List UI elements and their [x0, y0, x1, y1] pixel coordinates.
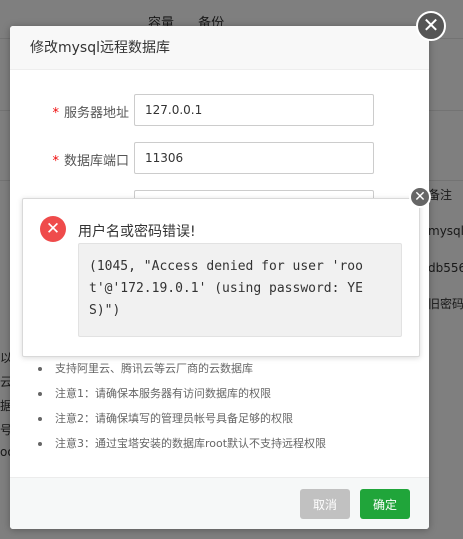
cancel-button[interactable]: 取消	[300, 489, 350, 519]
db-port-input[interactable]	[134, 142, 374, 174]
note-item: 注意3：通过宝塔安装的数据库root默认不支持远程权限	[33, 431, 326, 456]
confirm-button[interactable]: 确定	[360, 489, 410, 519]
close-error-icon[interactable]: ✕	[409, 186, 431, 208]
note-item: 支持阿里云、腾讯云等云厂商的云数据库	[33, 356, 326, 381]
note-item: 注意1：请确保本服务器有访问数据库的权限	[33, 381, 326, 406]
error-detail: (1045, "Access denied for user 'root'@'1…	[78, 243, 402, 337]
error-icon: ✕	[40, 216, 66, 242]
server-address-row: * 服务器地址	[10, 94, 429, 126]
note-item: 注意2：请确保填写的管理员帐号具备足够的权限	[33, 406, 326, 431]
dialog-footer: 取消 确定	[10, 477, 429, 529]
server-address-label: * 服务器地址	[52, 102, 129, 121]
dialog-title: 修改mysql远程数据库	[10, 26, 429, 70]
required-marker: *	[52, 106, 59, 121]
notes-list: 支持阿里云、腾讯云等云厂商的云数据库 注意1：请确保本服务器有访问数据库的权限 …	[33, 356, 326, 456]
db-port-label-text: 数据库端口	[63, 154, 129, 169]
error-title: 用户名或密码错误!	[78, 224, 196, 240]
close-dialog-icon[interactable]: ✕	[416, 11, 446, 41]
error-popup: ✕ 用户名或密码错误! (1045, "Access denied for us…	[22, 198, 420, 357]
db-port-row: * 数据库端口	[10, 142, 429, 174]
server-address-input[interactable]	[134, 94, 374, 126]
required-marker: *	[52, 154, 59, 169]
server-address-label-text: 服务器地址	[63, 106, 129, 121]
db-port-label: * 数据库端口	[52, 150, 129, 169]
